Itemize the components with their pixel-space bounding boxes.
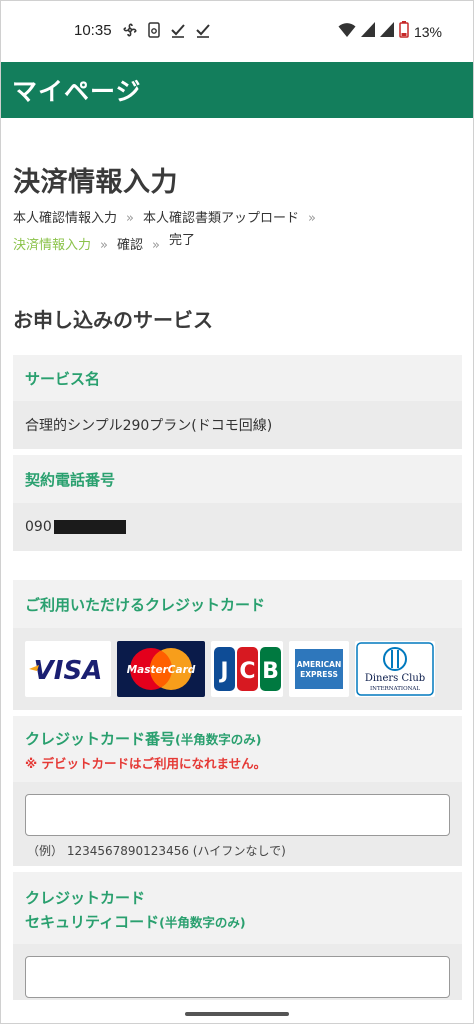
battery-icon <box>399 21 409 42</box>
breadcrumb-step-complete: 完了 <box>168 233 195 248</box>
card-number-label: クレジットカード番号(半角数字のみ) <box>25 728 450 749</box>
check-icon <box>195 22 211 44</box>
security-code-label-line2: セキュリティコード <box>25 913 160 931</box>
status-time: 10:35 <box>74 22 112 39</box>
jcb-logo: J C B <box>211 641 283 697</box>
app-title[interactable]: マイページ <box>12 72 142 108</box>
gesture-handle[interactable] <box>185 1012 289 1016</box>
check-icon <box>170 22 186 44</box>
mastercard-logo-text: MasterCard <box>127 664 196 676</box>
service-name-value: 合理的シンプル290プラン(ドコモ回線) <box>13 401 462 449</box>
amex-logo: AMERICAN EXPRESS <box>289 641 349 697</box>
card-number-input-area: （例） 1234567890123456 (ハイフンなしで) <box>13 782 462 866</box>
debit-card-warning: ※ デビットカードはご利用になれません。 <box>25 756 267 771</box>
breadcrumb-separator: » <box>152 238 160 253</box>
svg-text:INTERNATIONAL: INTERNATIONAL <box>370 686 420 692</box>
visa-logo-text: VISA <box>34 656 103 686</box>
breadcrumb-step-confirm: 確認 <box>116 238 143 253</box>
battery-percent: 13% <box>413 23 442 40</box>
service-info-card: サービス名 合理的シンプル290プラン(ドコモ回線) 契約電話番号 090 <box>13 355 462 551</box>
card-number-example: （例） 1234567890123456 (ハイフンなしで) <box>27 844 286 858</box>
app-header: マイページ <box>0 62 474 118</box>
svg-text:J: J <box>218 659 228 684</box>
section-title-service: お申し込みのサービス <box>13 308 213 332</box>
signal-icon <box>360 22 375 41</box>
card-number-input[interactable] <box>25 794 450 836</box>
phone-number-value: 090 <box>13 503 462 551</box>
security-code-label: クレジットカード セキュリティコード(半角数字のみ) <box>13 872 462 935</box>
security-code-label-note: (半角数字のみ) <box>159 915 246 930</box>
breadcrumb-step-payment-current: 決済情報入力 <box>13 238 92 253</box>
service-name-label: サービス名 <box>25 369 101 388</box>
visa-logo: VISA <box>25 641 111 697</box>
accepted-cards-card: ご利用いただけるクレジットカード VISA MasterCard J C B A… <box>13 580 462 710</box>
accepted-cards-label: ご利用いただけるクレジットカード <box>25 595 266 614</box>
mastercard-logo: MasterCard <box>117 641 205 697</box>
svg-text:AMERICAN: AMERICAN <box>297 660 342 669</box>
signal-icon <box>379 22 394 41</box>
breadcrumb: 本人確認情報入力 » 本人確認書類アップロード » <box>13 207 325 226</box>
diners-club-logo: Diners Club INTERNATIONAL <box>355 641 435 697</box>
page-title: 決済情報入力 <box>13 167 178 198</box>
security-code-input[interactable] <box>25 956 450 998</box>
security-code-field-card: クレジットカード セキュリティコード(半角数字のみ) <box>13 872 462 1012</box>
svg-text:B: B <box>262 659 279 684</box>
phone-number-redaction <box>53 520 126 534</box>
phone-number-label: 契約電話番号 <box>25 470 116 489</box>
security-code-label-line1: クレジットカード <box>25 889 146 907</box>
status-right-icons: 13% <box>338 21 442 42</box>
card-number-label-note: (半角数字のみ) <box>175 732 262 747</box>
card-number-field-card: クレジットカード番号(半角数字のみ) ※ デビットカードはご利用になれません。 … <box>13 716 462 866</box>
breadcrumb-separator: » <box>308 211 316 226</box>
svg-text:Diners Club: Diners Club <box>365 673 425 684</box>
svg-text:EXPRESS: EXPRESS <box>300 670 338 679</box>
breadcrumb-line-2: 決済情報入力 » 確認 » 完了 <box>13 233 195 253</box>
breadcrumb-separator: » <box>100 238 108 253</box>
status-left-icons <box>122 22 211 44</box>
wifi-icon <box>338 22 356 42</box>
breadcrumb-step-document-upload: 本人確認書類アップロード <box>142 211 299 226</box>
breadcrumb-separator: » <box>126 211 134 226</box>
svg-text:C: C <box>239 659 255 684</box>
fan-icon <box>122 22 138 44</box>
phone-number-prefix: 090 <box>25 519 52 535</box>
sim-icon <box>147 22 161 44</box>
card-number-label-text: クレジットカード番号 <box>25 730 176 748</box>
status-bar: 10:35 13% <box>0 0 474 62</box>
breadcrumb-step-identity-info: 本人確認情報入力 <box>13 211 118 226</box>
card-logos-row: VISA MasterCard J C B AMERICAN EXPRESS D… <box>13 628 462 710</box>
